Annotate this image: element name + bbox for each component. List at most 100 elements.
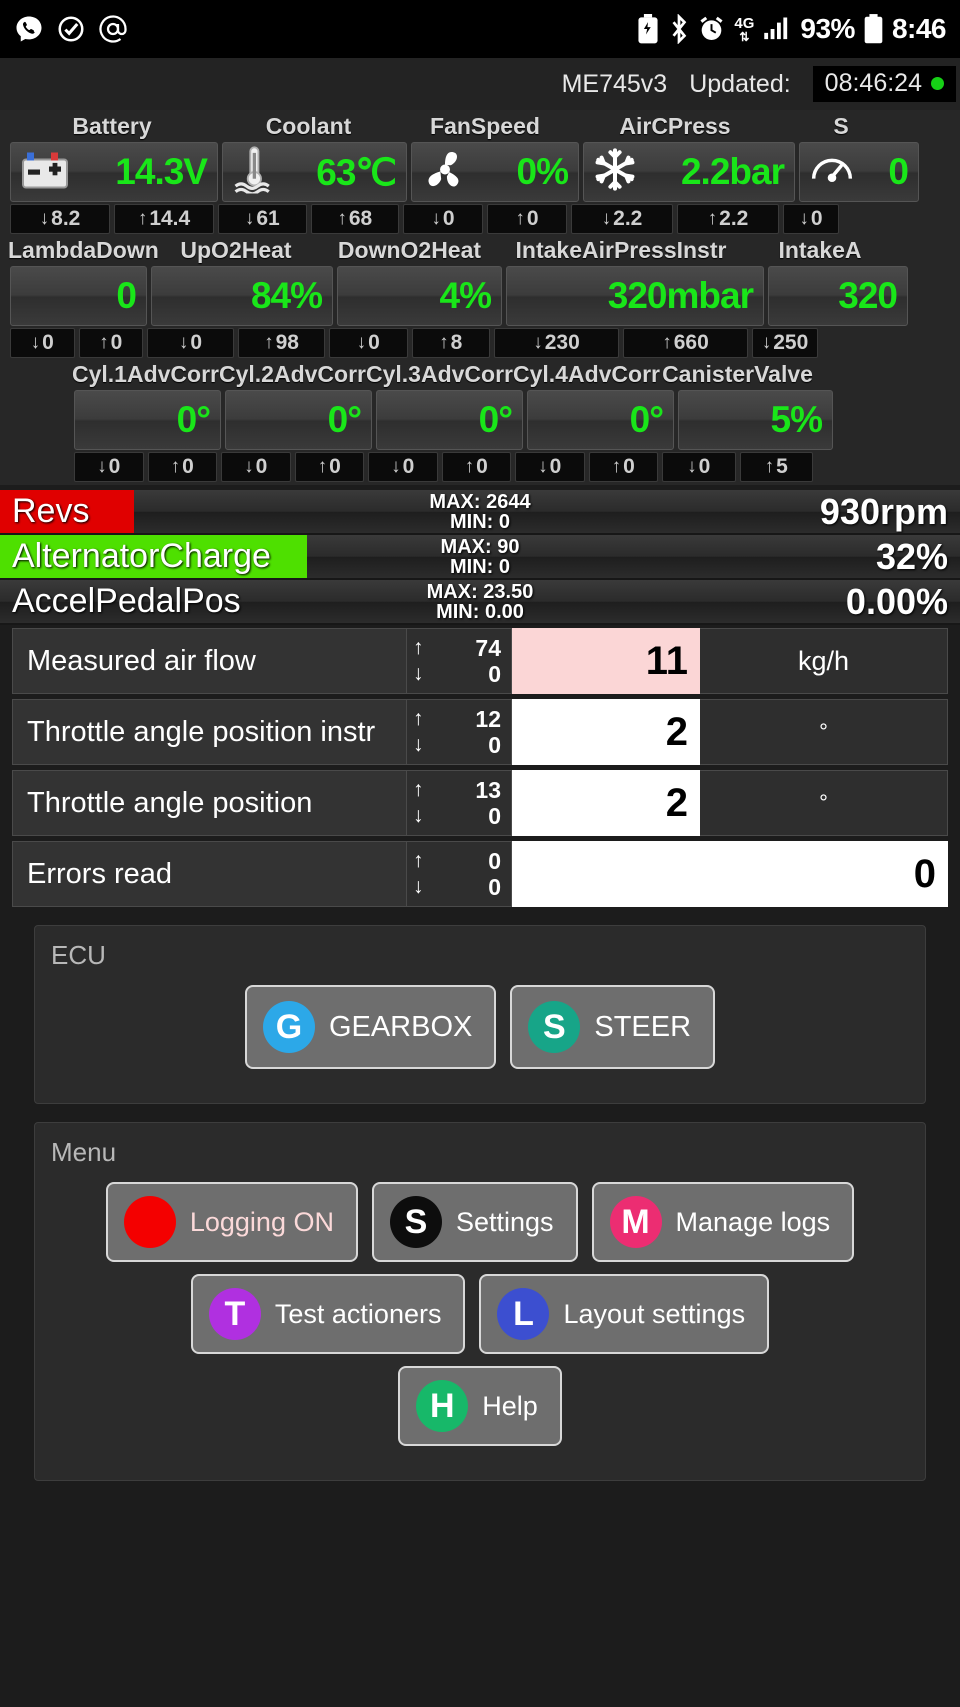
bar-gauge-panel: Revs MAX: 2644 MIN: 0 930rpm AlternatorCharg… [0,490,960,625]
gauge-value: 0% [516,151,569,192]
row-unit: ° [700,699,948,765]
menu-button-label: Help [482,1390,538,1421]
gauge-cell-intakea[interactable]: 320 [768,266,908,326]
gauge-cell-cyl-3advcorr[interactable]: 0° [376,390,523,450]
gauge-min: ↓ 0 [74,452,144,482]
menu-button-manage-logs[interactable]: M Manage logs [591,1182,855,1262]
bar-gauge-accelpedalpos[interactable]: AccelPedalPos MAX: 23.50 MIN: 0.00 0.00% [0,580,960,625]
row-name: Measured air flow [12,628,407,694]
menu-button-help[interactable]: H Help [398,1366,562,1446]
menu-button-row: Logging ON S Settings M Manage logs [51,1182,909,1262]
gauge-label: DownO2Heat [337,237,482,263]
gauge-min-value: 2.2 [613,207,643,230]
arrow-down-icon: ↓ [413,662,424,685]
gauge-label: S [833,113,849,139]
gauge-max-value: 0 [623,455,635,478]
row-max-value: 74 [475,634,501,661]
gauge-cell-cyl-1advcorr[interactable]: 0° [74,390,221,450]
gauge-label-row: Battery Coolant FanSpeed AirCPress S [8,110,952,142]
bar-gauge-alternatorcharge[interactable]: AlternatorCharge MAX: 90 MIN: 0 32% [0,535,960,580]
gauge-value: 2.2bar [680,151,785,192]
table-row[interactable]: Errors read ↑ 0 ↓ 0 0 [12,841,948,907]
4g-data-icon: 4G ⇅ [734,14,755,44]
gauge-max-value: 0 [476,455,488,478]
gauge-minmax-row: ↓ 0 ↑ 0 ↓ 0 ↑ 0 ↓ 0 ↑ 0 ↓ 0 ↑ 0 ↓ 0 ↑ 5 [72,450,952,482]
gauge-cell-upo2heat[interactable]: 84% [151,266,333,326]
fan-icon [420,147,470,198]
gauge-max-value: 660 [673,331,709,354]
bar-gauge-revs[interactable]: Revs MAX: 2644 MIN: 0 930rpm [0,490,960,535]
gauge-min: ↓ 2.2 [571,204,673,234]
row-value: 0 [512,841,948,907]
gauge-max: ↑ 98 [238,328,325,358]
row-minmax: ↑ 0 ↓ 0 [407,841,512,907]
ecu-button-row: G GEARBOX S STEER [51,985,909,1069]
status-bar: 4G ⇅ 93% 8:46 [0,0,960,58]
gauge-value: 0° [629,399,664,440]
gauge-cell-canistervalve[interactable]: 5% [678,390,833,450]
gauge-minmax-row: ↓ 0 ↑ 0 ↓ 0 ↑ 98 ↓ 0 ↑ 8 ↓ 230 ↑ 660 ↓ 250 [8,326,952,358]
gauge-cell-s[interactable]: 0 [799,142,919,202]
menu-button-label: Settings [455,1206,554,1237]
row-max-value: 12 [475,705,501,732]
gauge-value: 320mbar [607,275,754,316]
gauge-cell-coolant[interactable]: 63℃ [222,142,407,202]
table-row[interactable]: Throttle angle position ↑ 13 ↓ 0 2 ° [12,770,948,836]
gauge-label: Cyl.3AdvCorr [366,361,513,387]
table-row[interactable]: Throttle angle position instr ↑ 12 ↓ 0 2 ° [12,699,948,765]
row-value: 2 [512,770,700,836]
gauge-max: ↑ 660 [623,328,748,358]
steer-icon: S [528,1001,581,1053]
gauge-label: Cyl.4AdvCorr [513,361,660,387]
gauge-label-row: LambdaDown UpO2Heat DownO2Heat IntakeAirPre… [8,234,952,266]
gauge-group-1: Battery Coolant FanSpeed AirCPress S 14.3V 63℃… [0,110,960,234]
gauge-label: IntakeAirPressInstr [515,237,727,263]
gauge-cell-aircpress[interactable]: 2.2bar [583,142,795,202]
ecu-button-gearbox[interactable]: G GEARBOX [244,985,497,1069]
row-minmax: ↑ 74 ↓ 0 [407,628,512,694]
gauge-label: Battery [72,113,152,139]
bar-gauge-max: MAX: 90 [440,535,520,558]
gauge-min: ↓ 8.2 [10,204,110,234]
menu-button-row: H Help [51,1366,909,1446]
gauge-min: ↓ 0 [221,452,291,482]
menu-button-label: Manage logs [675,1206,831,1237]
test-actioners-icon: T [208,1288,261,1340]
arrow-down-icon: ↓ [413,804,424,827]
gauge-min-value: 0 [698,455,711,478]
menu-button-settings[interactable]: S Settings [371,1182,578,1262]
row-max-value: 0 [488,847,501,874]
gauge-max: ↑ 0 [294,452,364,482]
bar-gauge-minmax: MAX: 90 MIN: 0 [0,537,960,577]
gauge-cell-fanspeed[interactable]: 0% [411,142,579,202]
gauge-min-value: 230 [544,331,580,354]
bar-gauge-min: MIN: 0 [450,555,510,578]
menu-button-test-actioners[interactable]: T Test actioners [190,1274,466,1354]
menu-button-layout-settings[interactable]: L Layout settings [479,1274,770,1354]
gauge-min-value: 0 [255,455,268,478]
gauge-cell-battery[interactable]: 14.3V [10,142,218,202]
gauge-label-row: Cyl.1AdvCorr Cyl.2AdvCorr Cyl.3AdvCorr Cyl.… [72,358,952,390]
gauge-cell-intakeairpressinstr[interactable]: 320mbar [506,266,764,326]
gauge-min: ↓ 250 [752,328,818,358]
gauge-cell-downo2heat[interactable]: 4% [337,266,502,326]
menu-button-logging-on[interactable]: Logging ON [105,1182,358,1262]
ecu-button-label: GEARBOX [328,1010,473,1043]
gauge-cell-cyl-4advcorr[interactable]: 0° [527,390,674,450]
ecu-button-steer[interactable]: S STEER [510,985,716,1069]
gauge-min-value: 0 [190,331,203,354]
gauge-cell-cyl-2advcorr[interactable]: 0° [225,390,372,450]
network-type-label: 4G [734,14,755,32]
table-row[interactable]: Measured air flow ↑ 74 ↓ 0 11 kg/h [12,628,948,694]
gauge-min: ↓ 0 [10,328,75,358]
gauge-value: 0 [888,151,909,192]
bar-gauge-max: MAX: 2644 [429,490,531,513]
manage-logs-icon: M [609,1196,662,1248]
gauge-min-value: 0 [442,207,455,230]
battery-icon [19,150,71,195]
gauge-max: ↑ 0 [147,452,217,482]
row-min-value: 0 [488,660,501,687]
row-name: Throttle angle position [12,770,407,836]
check-circle-icon [56,14,86,44]
gauge-cell-lambdadown[interactable]: 0 [10,266,147,326]
